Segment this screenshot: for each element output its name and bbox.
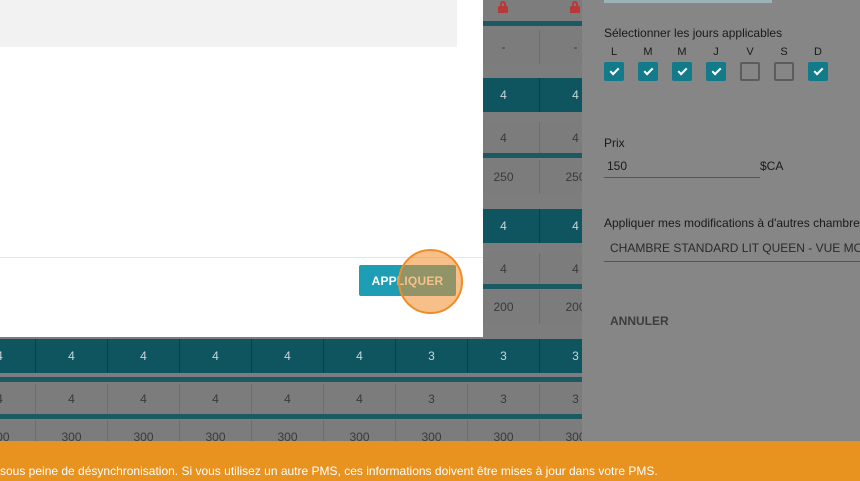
day-checkbox[interactable] <box>638 62 658 81</box>
table-row: - - <box>468 30 585 64</box>
lock-icon <box>570 1 580 13</box>
grid-cell[interactable]: 3 <box>396 384 468 414</box>
grid-cell[interactable]: 4 <box>0 339 36 373</box>
grid-cell[interactable]: 3 <box>468 339 540 373</box>
price-label: Prix <box>604 136 625 150</box>
grid-cell[interactable]: 4 <box>180 384 252 414</box>
grid-cell[interactable]: 3 <box>540 384 585 414</box>
grid-cell[interactable]: 4 <box>36 384 108 414</box>
check-icon <box>643 65 653 75</box>
table-row: 4 4 4 4 4 4 3 3 3 <box>0 384 585 414</box>
grid-cell[interactable]: 200 <box>540 290 585 324</box>
modal-dialog: APPLIQUER <box>0 0 483 337</box>
grid-cell[interactable]: 250 <box>540 160 585 194</box>
grid-cell[interactable]: 4 <box>36 339 108 373</box>
grid-cell[interactable]: 4 <box>252 384 324 414</box>
day-item-sunday: D <box>808 46 842 81</box>
grid-cell[interactable]: 3 <box>468 384 540 414</box>
day-checkbox[interactable] <box>740 62 760 81</box>
day-checkbox[interactable] <box>774 62 794 81</box>
grid-cell[interactable]: 3 <box>540 339 585 373</box>
banner-text: sous peine de désynchronisation. Si vous… <box>0 464 658 478</box>
check-icon <box>813 65 823 75</box>
table-row: 200 200 <box>468 290 585 324</box>
table-row: 4 4 <box>468 253 585 284</box>
grid-cell[interactable]: 4 <box>324 339 396 373</box>
grid-cell[interactable]: 4 <box>540 209 585 243</box>
grid-cell[interactable]: 4 <box>180 339 252 373</box>
day-letter: D <box>814 46 822 58</box>
table-row: 4 4 <box>468 122 585 153</box>
check-icon <box>609 65 619 75</box>
day-item-thursday: J <box>706 46 740 81</box>
grid-cell[interactable]: 4 <box>540 78 585 112</box>
day-letter: J <box>713 46 719 58</box>
lock-icon <box>498 1 508 13</box>
day-item-tuesday: M <box>638 46 672 81</box>
grid-cell[interactable]: - <box>540 30 585 64</box>
grid-cell[interactable]: 4 <box>108 384 180 414</box>
grid-cell[interactable]: 4 <box>540 253 585 284</box>
day-letter: S <box>780 46 788 58</box>
edit-side-panel: Sélectionner les jours applicables L M M… <box>582 0 860 481</box>
day-letter: M <box>677 46 687 58</box>
modal-divider <box>0 257 483 258</box>
grid-cell[interactable]: 4 <box>540 122 585 153</box>
check-icon <box>677 65 687 75</box>
modal-header-area <box>0 0 457 47</box>
day-item-friday: V <box>740 46 774 81</box>
day-letter: V <box>746 46 754 58</box>
price-input[interactable]: 150 <box>604 156 760 178</box>
grid-cell[interactable]: 4 <box>324 384 396 414</box>
cancel-button[interactable]: ANNULER <box>604 307 684 335</box>
apply-button[interactable]: APPLIQUER <box>359 265 456 296</box>
table-row: 4 4 4 4 4 4 3 3 3 <box>0 339 585 373</box>
panel-top-bar <box>604 0 772 3</box>
day-item-saturday: S <box>774 46 808 81</box>
check-icon <box>711 65 721 75</box>
table-row: 4 4 <box>468 209 585 243</box>
room-select[interactable]: CHAMBRE STANDARD LIT QUEEN - VUE MONTAGN… <box>604 236 860 262</box>
table-row: 250 250 <box>468 160 585 194</box>
grid-cell[interactable]: 3 <box>396 339 468 373</box>
apply-other-rooms-label: Appliquer mes modifications à d'autres c… <box>604 216 860 230</box>
day-selector: L M M J V S D <box>604 46 842 81</box>
day-item-monday: L <box>604 46 638 81</box>
day-checkbox[interactable] <box>706 62 726 81</box>
grid-cell[interactable]: 4 <box>252 339 324 373</box>
grid-cell[interactable]: 4 <box>0 384 36 414</box>
day-item-wednesday: M <box>672 46 706 81</box>
warning-banner: sous peine de désynchronisation. Si vous… <box>0 441 860 481</box>
day-checkbox[interactable] <box>808 62 828 81</box>
currency-label: $CA <box>760 159 784 173</box>
grid-cell[interactable]: 4 <box>108 339 180 373</box>
day-letter: M <box>643 46 653 58</box>
days-label: Sélectionner les jours applicables <box>604 26 783 40</box>
day-checkbox[interactable] <box>672 62 692 81</box>
table-row: 4 4 <box>468 78 585 112</box>
day-letter: L <box>610 46 618 58</box>
day-checkbox[interactable] <box>604 62 624 81</box>
